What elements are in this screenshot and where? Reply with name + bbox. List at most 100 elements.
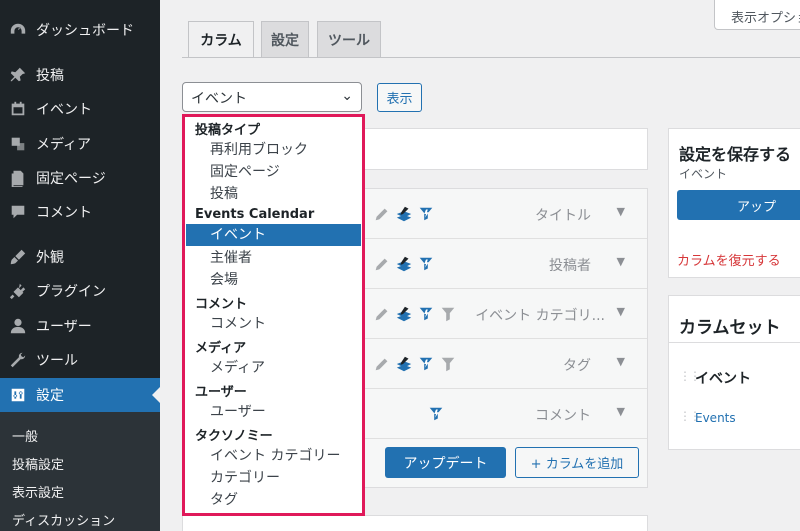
sidebar-item-settings[interactable]: 設定 (0, 378, 160, 412)
chevron-down-icon: ⌄ (341, 88, 353, 104)
tab-divider (182, 57, 800, 58)
sidebar-item-pages[interactable]: 固定ページ (0, 161, 160, 195)
dropdown-option[interactable]: イベント カテゴリー (186, 445, 361, 467)
plugin-icon (0, 282, 36, 300)
sidebar-item-label: コメント (36, 205, 92, 221)
select-value: イベント (191, 91, 247, 107)
sidebar-item-posts[interactable]: 投稿 (0, 58, 160, 92)
save-panel-title: 設定を保存する (679, 145, 792, 164)
filter-bolt-icon (419, 357, 433, 371)
sidebar-item-label: ユーザー (36, 319, 92, 335)
tab-columns[interactable]: カラム (188, 21, 254, 58)
sidebar-item-plugins[interactable]: プラグイン (0, 274, 160, 308)
active-indicator (152, 387, 160, 403)
list-screen-name-field[interactable] (362, 128, 648, 170)
filter-bolt-icon (419, 257, 433, 271)
dropdown-option[interactable]: メディア (186, 357, 361, 379)
tab-tools[interactable]: ツール (317, 21, 381, 57)
sidebar-item-tools[interactable]: ツール (0, 343, 160, 377)
comment-icon (0, 203, 36, 221)
column-row[interactable]: コメント ▼ (363, 389, 647, 439)
post-type-select[interactable]: イベント ⌄ (182, 82, 362, 112)
sidebar-item-comments[interactable]: コメント (0, 195, 160, 229)
screen-options-button[interactable]: 表示オプション (714, 0, 800, 30)
admin-sidebar: ダッシュボード 投稿 イベント メディア 固定ページ コメント 外観 プラグイン… (0, 0, 160, 531)
columns-panel: タイトル ▼ 投稿者 ▼ イベント カテゴリ... ▼ タグ ▼ コメント ▼ (362, 188, 648, 488)
sidebar-item-label: メディア (36, 137, 92, 153)
update-button[interactable]: アップデート (385, 447, 506, 478)
sidebar-item-label: ダッシュボード (36, 23, 134, 39)
settings-submenu: 一般 投稿設定 表示設定 ディスカッション (0, 412, 160, 531)
column-row[interactable]: イベント カテゴリ... ▼ (363, 289, 647, 339)
pencil-icon (375, 358, 388, 371)
show-button[interactable]: 表示 (377, 83, 422, 112)
sidebar-item-label: 固定ページ (36, 171, 106, 187)
column-set-item[interactable]: イベント (695, 368, 751, 388)
bottom-panel (182, 515, 648, 531)
filter-bolt-icon (419, 307, 433, 321)
media-icon (0, 135, 36, 153)
dropdown-option[interactable]: 固定ページ (186, 161, 361, 183)
expand-arrow-icon[interactable]: ▼ (617, 305, 625, 318)
page-icon (0, 169, 36, 187)
sidebar-item-media[interactable]: メディア (0, 127, 160, 161)
column-set-sub-item[interactable]: Events (695, 411, 736, 425)
add-column-button[interactable]: + カラムを追加 (515, 447, 639, 478)
sidebar-item-label: 設定 (36, 388, 64, 404)
edit-stack-icon (396, 306, 412, 322)
column-sets-panel: カラムセット ⋮⋮ イベント ⋮⋮ Events (668, 295, 800, 450)
dropdown-group-label: タクソノミー (195, 429, 273, 444)
edit-stack-icon (396, 356, 412, 372)
column-sets-title: カラムセット (679, 318, 781, 338)
tab-settings[interactable]: 設定 (261, 21, 309, 57)
dropdown-group-label: Events Calendar (195, 207, 315, 222)
submenu-item-writing[interactable]: 投稿設定 (12, 454, 64, 473)
settings-icon (0, 386, 36, 404)
column-row[interactable]: タイトル ▼ (363, 189, 647, 239)
dropdown-option[interactable]: ユーザー (186, 401, 361, 423)
expand-arrow-icon[interactable]: ▼ (617, 355, 625, 368)
expand-arrow-icon[interactable]: ▼ (617, 405, 625, 418)
dropdown-option[interactable]: 再利用ブロック (186, 139, 361, 161)
restore-columns-link[interactable]: カラムを復元する (677, 250, 781, 269)
post-type-dropdown-list: 投稿タイプ 再利用ブロック 固定ページ 投稿 Events Calendar イ… (182, 114, 365, 516)
sidebar-item-appearance[interactable]: 外観 (0, 240, 160, 274)
sidebar-item-events[interactable]: イベント (0, 92, 160, 126)
dropdown-group-label: メディア (195, 341, 247, 356)
dropdown-group-label: 投稿タイプ (195, 123, 261, 138)
funnel-icon (441, 307, 455, 322)
column-label: 投稿者 (549, 258, 591, 274)
column-row[interactable]: 投稿者 ▼ (363, 239, 647, 289)
filter-bolt-icon (429, 407, 443, 421)
dropdown-option[interactable]: タグ (186, 489, 361, 511)
calendar-icon (0, 100, 36, 118)
dropdown-option[interactable]: 会場 (186, 269, 361, 291)
save-panel-subtitle: イベント (679, 167, 728, 181)
dropdown-option[interactable]: 投稿 (186, 183, 361, 205)
dropdown-option[interactable]: カテゴリー (186, 467, 361, 489)
dashboard-icon (0, 21, 36, 39)
pencil-icon (375, 208, 388, 221)
expand-arrow-icon[interactable]: ▼ (617, 255, 625, 268)
sidebar-item-label: ツール (36, 353, 78, 369)
pencil-icon (375, 308, 388, 321)
sidebar-item-users[interactable]: ユーザー (0, 309, 160, 343)
column-label: タイトル (535, 208, 591, 224)
submenu-item-discussion[interactable]: ディスカッション (12, 510, 115, 529)
apply-button[interactable]: アップ (677, 190, 800, 220)
dropdown-option[interactable]: コメント (186, 313, 361, 335)
submenu-item-general[interactable]: 一般 (12, 426, 38, 445)
divider (669, 342, 800, 343)
sidebar-item-label: プラグイン (36, 284, 106, 300)
dropdown-option-selected[interactable]: イベント (186, 224, 361, 246)
sidebar-item-label: イベント (36, 102, 92, 118)
expand-arrow-icon[interactable]: ▼ (617, 205, 625, 218)
pin-icon (0, 66, 36, 84)
save-settings-panel: 設定を保存する イベント アップ カラムを復元する (668, 128, 800, 278)
dropdown-group-label: ユーザー (195, 385, 247, 400)
dropdown-group-label: コメント (195, 297, 248, 312)
column-row[interactable]: タグ ▼ (363, 339, 647, 389)
sidebar-item-dashboard[interactable]: ダッシュボード (0, 13, 160, 47)
dropdown-option[interactable]: 主催者 (186, 247, 361, 269)
submenu-item-reading[interactable]: 表示設定 (12, 482, 64, 501)
